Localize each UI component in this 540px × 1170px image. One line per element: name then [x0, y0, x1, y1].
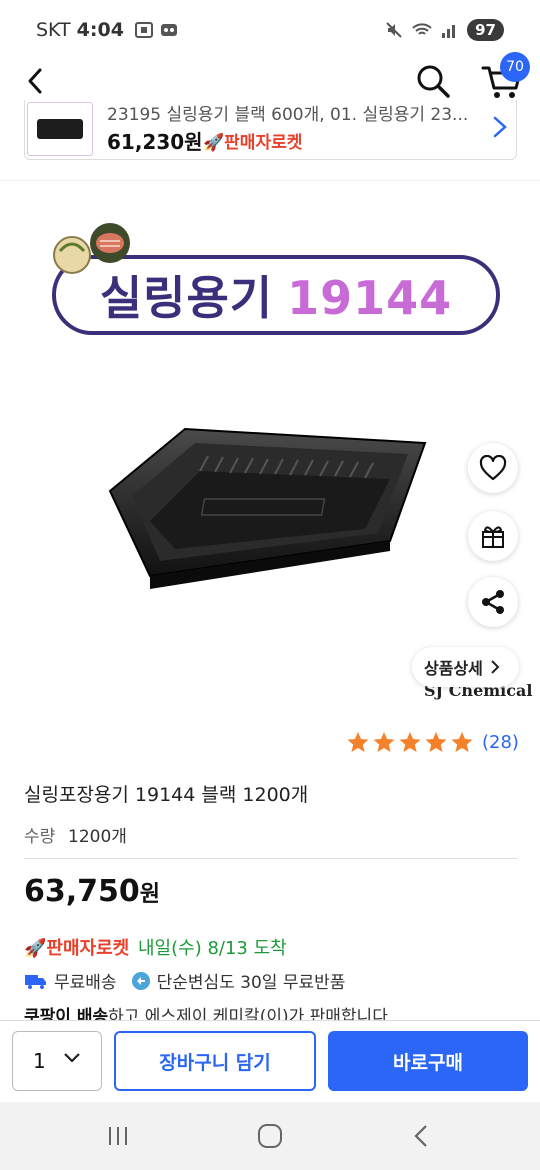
star-icon	[347, 732, 369, 752]
free-shipping-label: 무료배송	[54, 973, 117, 993]
system-nav-bar	[0, 1102, 540, 1170]
status-bar: SKT 4:04 97	[0, 0, 540, 60]
cart-count-badge: 70	[500, 52, 530, 82]
star-icon	[373, 732, 395, 752]
wifi-icon	[412, 23, 432, 35]
carrier-label: SKT	[36, 19, 71, 41]
return-icon	[131, 971, 150, 990]
battery-badge: 97	[467, 19, 504, 41]
quantity-select-value: 1	[33, 1049, 46, 1073]
add-to-cart-button[interactable]: 장바구니 담기	[114, 1031, 316, 1091]
gift-icon	[482, 526, 504, 548]
price-number: 63,750	[24, 874, 140, 909]
share-button[interactable]	[468, 577, 518, 627]
banner-korean: 실링용기	[99, 271, 274, 325]
product-image-area[interactable]: 실링용기 19144 SJ Chemical 상품상세	[0, 180, 540, 705]
divider	[24, 858, 517, 859]
product-detail-label: 상품상세	[424, 659, 483, 678]
truck-icon	[25, 974, 46, 989]
purchase-bar: 1 장바구니 담기 바로구매	[0, 1020, 540, 1102]
share-icon	[482, 590, 504, 614]
back-arrow-icon[interactable]	[22, 66, 52, 96]
black-tray-image	[108, 427, 427, 589]
shipping-info: 무료배송 단순변심도 30일 무료반품	[24, 968, 345, 993]
review-count[interactable]: (28)	[482, 732, 519, 753]
clock: 4:04	[76, 19, 124, 41]
wishlist-button[interactable]	[468, 443, 518, 493]
quantity-label: 수량	[24, 827, 56, 847]
home-icon[interactable]	[256, 1122, 284, 1150]
mute-icon	[386, 22, 402, 38]
product-detail-button[interactable]: 상품상세	[412, 647, 519, 687]
system-back-icon[interactable]	[408, 1122, 436, 1150]
signal-icon	[442, 25, 456, 38]
product-title: 실링포장용기 19144 블랙 1200개	[24, 784, 309, 806]
banner-number: 19144	[287, 271, 453, 325]
price-unit: 원	[139, 882, 161, 907]
recent-apps-icon[interactable]	[104, 1122, 132, 1150]
free-return-label: 단순변심도 30일 무료반품	[156, 973, 346, 993]
screenshot-icon	[134, 22, 153, 38]
product-price: 63,750원	[24, 874, 160, 909]
voicemail-icon	[160, 24, 177, 36]
chevron-right-icon	[491, 660, 500, 674]
food-illustration-icon	[53, 223, 130, 274]
search-icon[interactable]	[414, 62, 452, 100]
star-icon	[451, 732, 473, 752]
option-thumbnail	[27, 102, 93, 156]
star-icon	[425, 732, 447, 752]
top-nav: 70	[0, 52, 540, 104]
heart-icon	[479, 455, 507, 481]
option-rocket-badge: 🚀판매자로켓	[203, 133, 303, 153]
buy-now-button[interactable]: 바로구매	[328, 1031, 528, 1091]
rocket-badge: 🚀판매자로켓	[24, 938, 130, 959]
option-price: 61,230원	[107, 130, 203, 154]
rating[interactable]: (28)	[346, 730, 519, 754]
selected-option-strip[interactable]: 23195 실링용기 블랙 600개, 01. 실링용기 23... 61,23…	[24, 100, 517, 160]
option-title: 23195 실링용기 블랙 600개, 01. 실링용기 23...	[107, 105, 469, 125]
star-icon	[399, 732, 421, 752]
quantity-value: 1200개	[68, 827, 127, 847]
chevron-down-icon	[64, 1053, 80, 1063]
arrival-date: 내일(수) 8/13 도착	[138, 938, 287, 959]
quantity-select[interactable]: 1	[12, 1031, 102, 1091]
chevron-right-icon[interactable]	[489, 114, 511, 140]
gift-button[interactable]	[468, 511, 518, 561]
